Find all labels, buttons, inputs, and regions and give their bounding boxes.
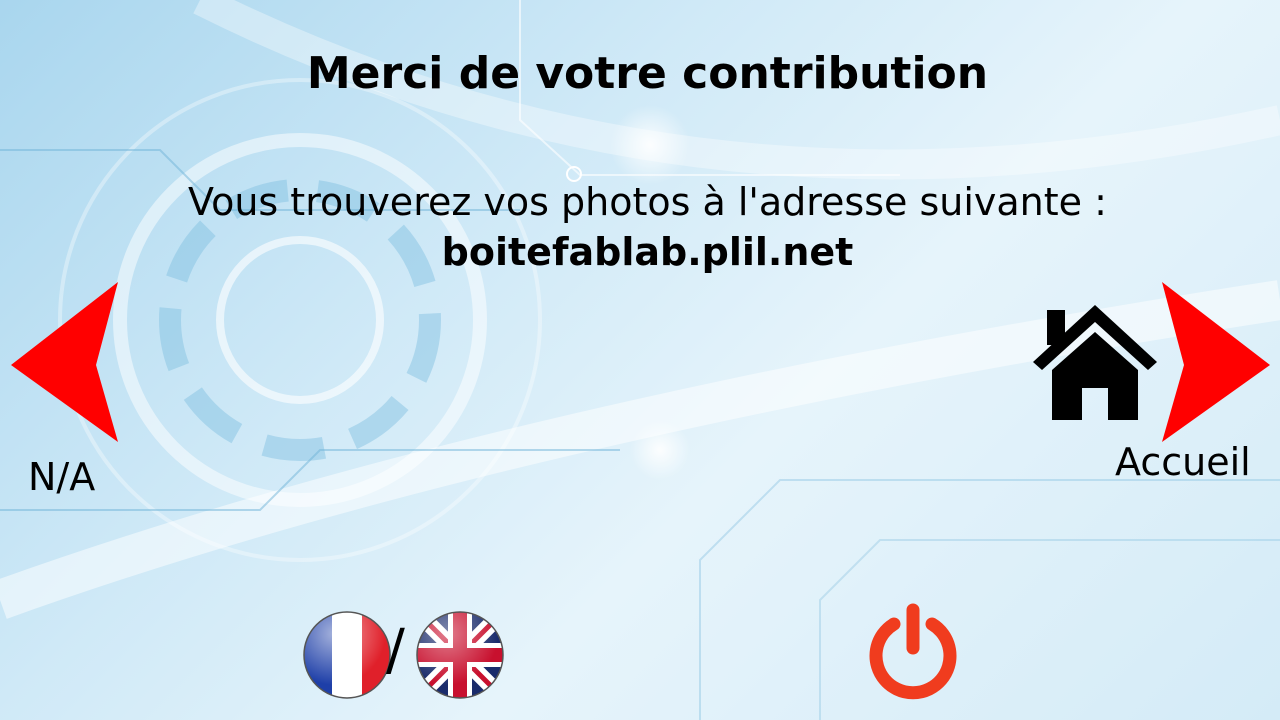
power-icon[interactable] [866, 602, 960, 702]
french-flag-icon[interactable] [302, 610, 392, 700]
arrow-right-icon[interactable] [1160, 280, 1275, 450]
next-label: Accueil [1115, 440, 1251, 484]
page-title: Merci de votre contribution [306, 48, 989, 99]
uk-flag-icon[interactable] [415, 610, 505, 700]
arrow-left-icon[interactable] [8, 280, 128, 450]
photos-url: boitefablab.plil.net [441, 230, 854, 274]
language-separator: / [386, 618, 405, 683]
photos-info-text: Vous trouverez vos photos à l'adresse su… [188, 180, 1107, 224]
previous-label: N/A [28, 455, 96, 499]
home-icon[interactable] [1030, 300, 1160, 425]
